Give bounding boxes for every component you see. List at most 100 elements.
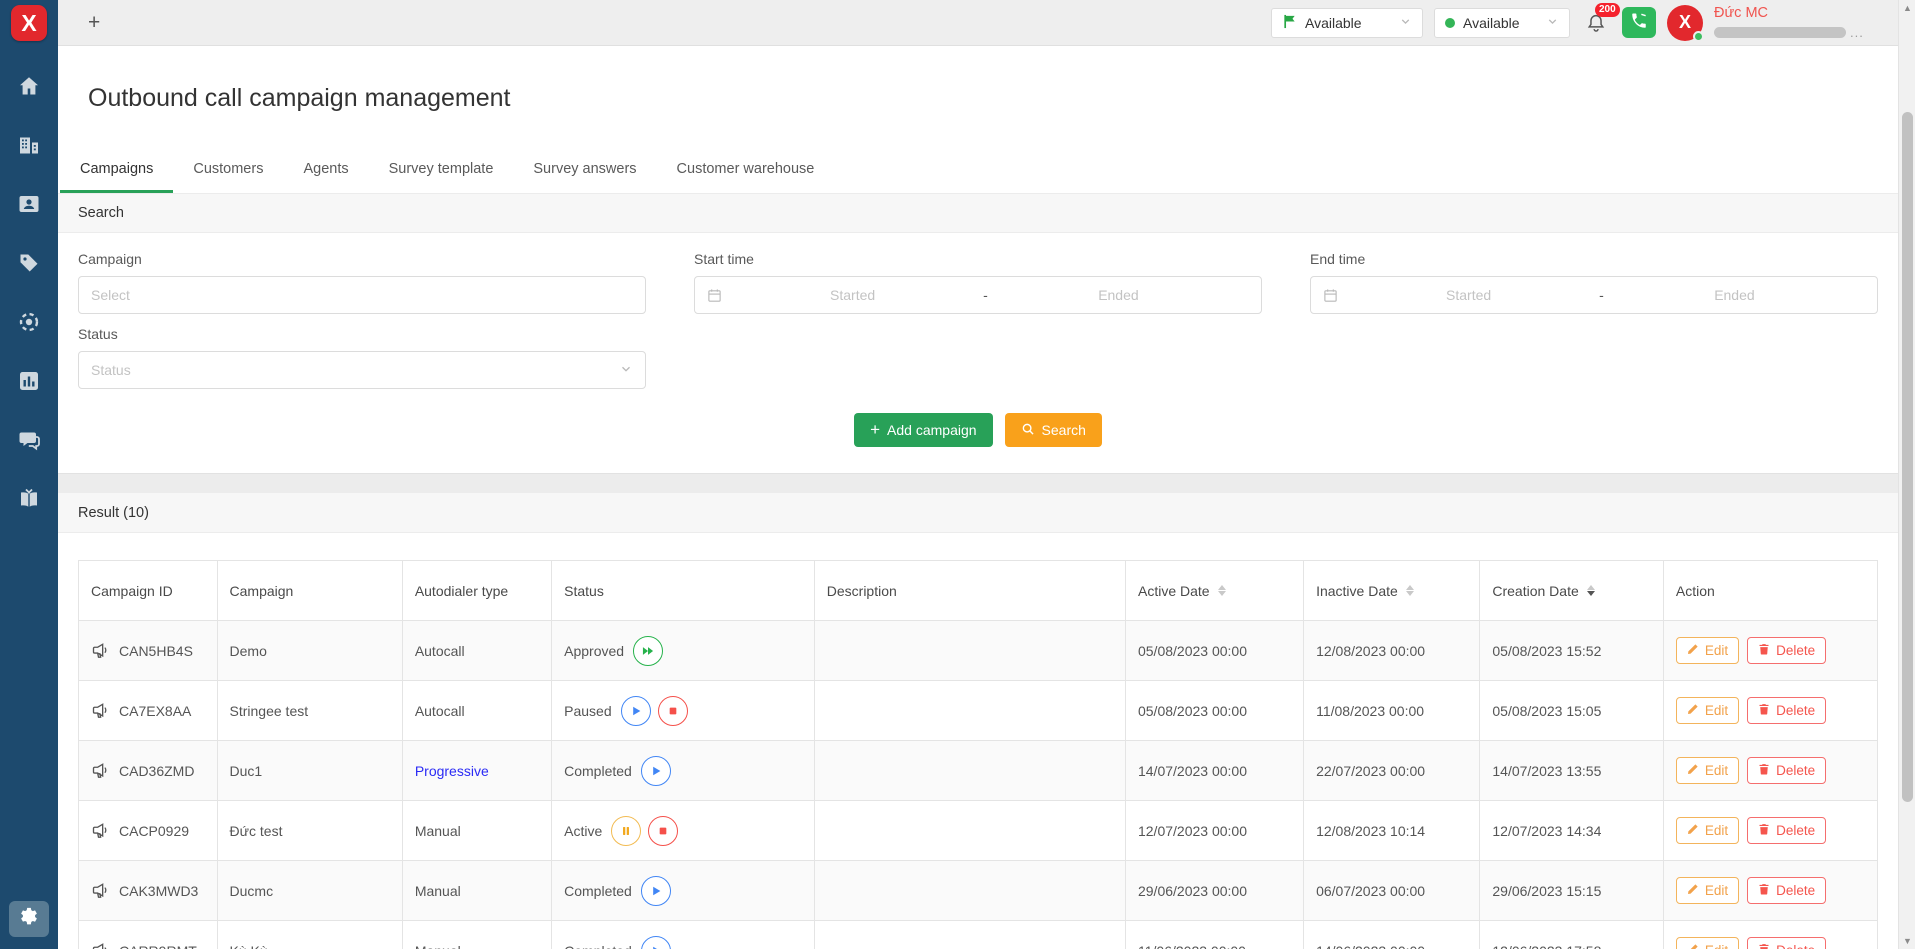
active-date: 29/06/2023 00:00 [1125,861,1303,921]
campaign-id: CAD36ZMD [119,763,194,779]
brand-logo[interactable]: X [11,5,47,41]
company-icon [17,133,41,162]
campaign-select-input[interactable]: Select [78,276,646,314]
status-actions [641,876,671,906]
status-actions [611,816,678,846]
chat-status-dropdown[interactable]: Available [1271,8,1423,38]
scroll-up-icon[interactable]: ▲ [1899,3,1915,13]
play-icon[interactable] [621,696,651,726]
resume-icon[interactable] [633,636,663,666]
description [814,921,1125,949]
table-row: CAK3MWD3 Ducmc Manual Completed 29/06/20… [79,861,1878,921]
add-campaign-button[interactable]: + Add campaign [854,413,992,447]
avatar[interactable]: X [1667,5,1703,41]
settings-button[interactable] [9,901,49,937]
status-select[interactable]: Status [78,351,646,389]
delete-button[interactable]: Delete [1747,937,1826,949]
calendar-icon [707,288,722,303]
edit-button[interactable]: Edit [1676,877,1739,904]
delete-button[interactable]: Delete [1747,757,1826,784]
column-header-inactive-date[interactable]: Inactive Date [1304,561,1480,621]
campaign-name: Stringee test [217,681,402,741]
trash-icon [1758,883,1770,898]
notifications-button[interactable]: 200 [1585,12,1607,34]
target-icon [17,310,41,339]
campaign-id: CACP0929 [119,823,189,839]
column-header-campaign-id: Campaign ID [79,561,218,621]
status-text: Completed [564,883,632,899]
edit-button[interactable]: Edit [1676,637,1739,664]
edit-button[interactable]: Edit [1676,937,1739,949]
sidebar-item-company[interactable] [16,134,42,160]
section-divider [58,473,1898,493]
delete-button[interactable]: Delete [1747,697,1826,724]
tab-customer-warehouse[interactable]: Customer warehouse [657,155,835,186]
sidebar-item-chat[interactable] [16,429,42,455]
sort-icon[interactable] [1218,585,1226,596]
campaign-placeholder: Select [91,287,130,303]
sidebar-item-target[interactable] [16,311,42,337]
sidebar: X [0,0,58,949]
new-tab-button[interactable]: + [88,12,100,33]
sort-icon[interactable] [1587,585,1595,596]
delete-button[interactable]: Delete [1747,877,1826,904]
sidebar-item-reports[interactable] [16,370,42,396]
start-time-range-input[interactable]: Started - Ended [694,276,1262,314]
edit-button[interactable]: Edit [1676,697,1739,724]
play-icon[interactable] [641,876,671,906]
pencil-icon [1687,823,1699,838]
sort-icon[interactable] [1406,585,1414,596]
creation-date: 14/07/2023 13:55 [1480,741,1663,801]
sidebar-item-tag[interactable] [16,252,42,278]
autodialer-type: Manual [415,883,461,899]
stop-icon[interactable] [648,816,678,846]
inactive-date: 06/07/2023 00:00 [1304,861,1480,921]
stop-icon[interactable] [658,696,688,726]
column-header-creation-date[interactable]: Creation Date [1480,561,1663,621]
autodialer-type: Progressive [415,763,489,779]
edit-button[interactable]: Edit [1676,757,1739,784]
page-scrollbar[interactable]: ▲ ▼ [1898,0,1915,949]
call-status-dropdown[interactable]: Available [1434,8,1570,38]
user-subtitle-bar [1714,27,1846,38]
sidebar-item-contacts[interactable] [16,193,42,219]
tab-agents[interactable]: Agents [283,155,368,186]
sidebar-item-library[interactable] [16,488,42,514]
description [814,681,1125,741]
autodialer-type: Autocall [415,643,465,659]
end-time-range-input[interactable]: Started - Ended [1310,276,1878,314]
campaign-id: CAK3MWD3 [119,883,198,899]
topbar: + Available Available 200 [58,0,1898,46]
delete-button[interactable]: Delete [1747,637,1826,664]
column-header-autodialer-type: Autodialer type [402,561,551,621]
user-menu[interactable]: Đức MC ... [1714,5,1884,40]
creation-date: 12/06/2023 17:58 [1480,921,1663,949]
add-campaign-label: Add campaign [887,422,977,438]
chat-status-value: Available [1305,15,1362,31]
sidebar-item-home[interactable] [16,75,42,101]
campaign-id: CAN5HB4S [119,643,193,659]
tab-survey-answers[interactable]: Survey answers [513,155,656,186]
trash-icon [1758,763,1770,778]
column-header-description: Description [814,561,1125,621]
tab-campaigns[interactable]: Campaigns [60,155,173,186]
pencil-icon [1687,883,1699,898]
scroll-down-icon[interactable]: ▼ [1899,936,1915,946]
search-button[interactable]: Search [1005,413,1102,447]
pause-icon[interactable] [611,816,641,846]
scrollbar-thumb[interactable] [1902,112,1913,802]
play-icon[interactable] [641,936,671,949]
tab-customers[interactable]: Customers [173,155,283,186]
delete-button[interactable]: Delete [1747,817,1826,844]
call-button[interactable] [1622,7,1656,38]
campaign-name: Ducmc [217,861,402,921]
column-header-active-date[interactable]: Active Date [1125,561,1303,621]
tab-survey-template[interactable]: Survey template [369,155,514,186]
edit-button[interactable]: Edit [1676,817,1739,844]
play-icon[interactable] [641,756,671,786]
avatar-letter: X [1679,12,1691,33]
flag-icon [1282,14,1297,32]
chat-icon [17,428,41,457]
pencil-icon [1687,643,1699,658]
status-actions [621,696,688,726]
